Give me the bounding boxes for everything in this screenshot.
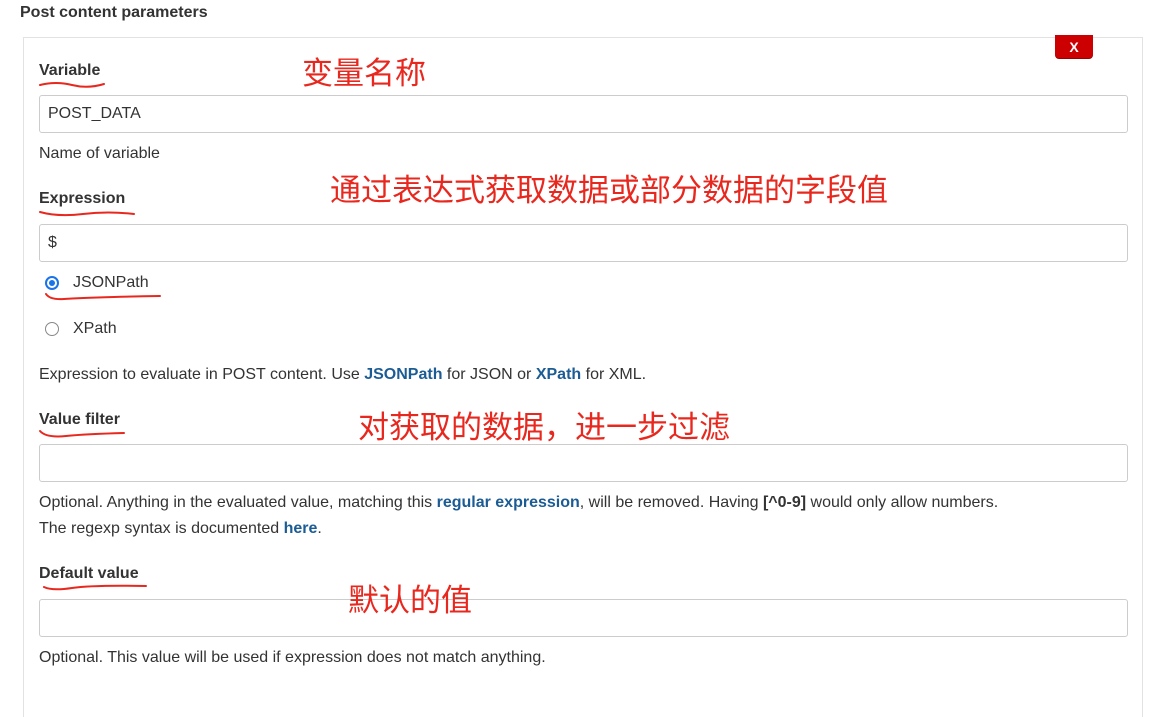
variable-input[interactable] (39, 95, 1128, 133)
radio-xpath-indicator[interactable] (45, 322, 59, 336)
expression-help: Expression to evaluate in POST content. … (39, 362, 646, 388)
radio-jsonpath-label: JSONPath (73, 274, 149, 291)
value-filter-help-text-2: , will be removed. Having (579, 494, 763, 511)
default-value-input[interactable] (39, 599, 1128, 637)
regexp-doc-text-end: . (317, 520, 322, 537)
underline-jsonpath (45, 293, 161, 301)
default-value-label: Default value (39, 565, 139, 582)
regexp-doc-text: The regexp syntax is documented (39, 520, 284, 537)
variable-help: Name of variable (39, 145, 160, 162)
radio-jsonpath[interactable]: JSONPath (45, 274, 149, 292)
value-filter-help-text: Optional. Anything in the evaluated valu… (39, 494, 437, 511)
default-value-help: Optional. This value will be used if exp… (39, 649, 546, 666)
annotation-default-value: 默认的值 (348, 583, 472, 619)
xpath-link[interactable]: XPath (536, 366, 581, 383)
value-filter-label: Value filter (39, 411, 120, 428)
underline-variable (39, 82, 105, 88)
underline-default-value (43, 584, 147, 591)
radio-jsonpath-indicator[interactable] (45, 276, 59, 290)
expression-help-text-end: for XML. (581, 366, 647, 383)
jsonpath-link[interactable]: JSONPath (364, 366, 442, 383)
annotation-variable: 变量名称 (302, 56, 426, 92)
annotation-value-filter: 对获取的数据，进一步过滤 (358, 410, 730, 446)
value-filter-input[interactable] (39, 444, 1128, 482)
value-filter-help-text-3: would only allow numbers. (806, 494, 999, 511)
underline-value-filter (39, 430, 125, 438)
regular-expression-link[interactable]: regular expression (437, 494, 580, 511)
regex-example: [^0-9] (762, 494, 807, 511)
radio-xpath[interactable]: XPath (45, 320, 117, 338)
value-filter-help: Optional. Anything in the evaluated valu… (39, 490, 998, 542)
expression-help-text: Expression to evaluate in POST content. … (39, 366, 365, 383)
expression-help-text-middle: for JSON or (442, 366, 536, 383)
delete-button[interactable]: X (1055, 35, 1093, 58)
annotation-expression: 通过表达式获取数据或部分数据的字段值 (330, 173, 888, 209)
here-link[interactable]: here (284, 520, 318, 537)
underline-expression (39, 211, 135, 217)
section-title: Post content parameters (20, 4, 208, 21)
expression-input[interactable] (39, 224, 1128, 262)
radio-xpath-label: XPath (73, 320, 117, 337)
variable-label: Variable (39, 62, 101, 79)
expression-label: Expression (39, 190, 126, 207)
